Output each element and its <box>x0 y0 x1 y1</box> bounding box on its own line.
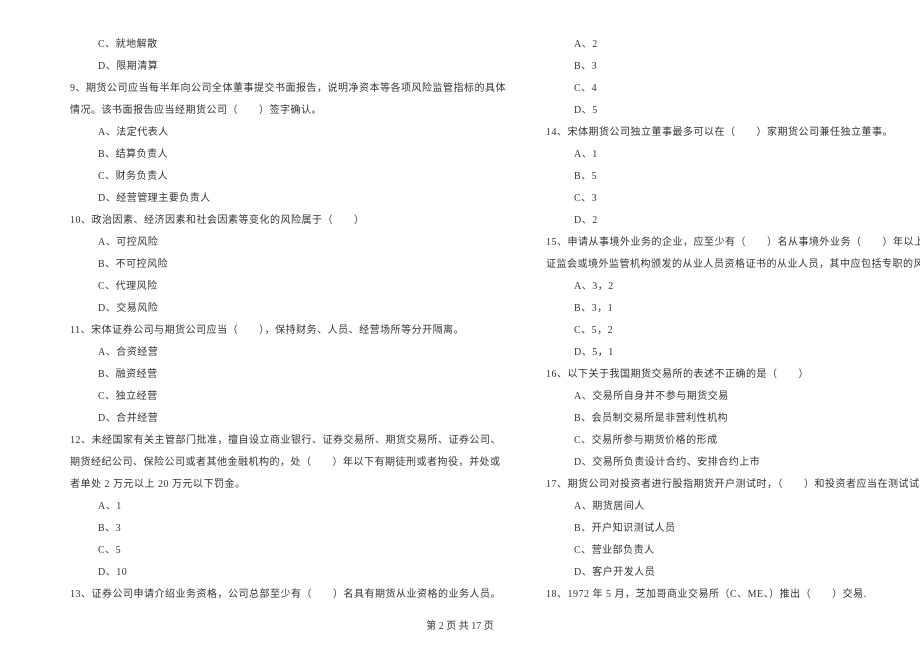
option: C、就地解散 <box>70 34 506 56</box>
option: A、1 <box>70 496 506 518</box>
question-15-cont: 证监会或境外监管机构颁发的从业人员资格证书的从业人员，其中应包括专职的风险管理人… <box>546 254 920 276</box>
question-13: 13、证券公司申请介绍业务资格，公司总部至少有（ ）名具有期货从业资格的业务人员… <box>70 584 506 606</box>
page-columns: C、就地解散 D、限期清算 9、期货公司应当每半年向公司全体董事提交书面报告，说… <box>70 34 850 614</box>
option: D、2 <box>546 210 920 232</box>
question-17: 17、期货公司对投资者进行股指期货开户测试时，（ ）和投资者应当在测试试卷上签字… <box>546 474 920 496</box>
option: B、3，1 <box>546 298 920 320</box>
option: B、3 <box>70 518 506 540</box>
question-9-cont: 情况。该书面报告应当经期货公司（ ）签字确认。 <box>70 100 506 122</box>
option: B、结算负责人 <box>70 144 506 166</box>
option: C、5，2 <box>546 320 920 342</box>
right-column: A、2 B、3 C、4 D、5 14、宋体期货公司独立董事最多可以在（ ）家期货… <box>546 34 920 614</box>
option: A、3，2 <box>546 276 920 298</box>
option: A、合资经营 <box>70 342 506 364</box>
option: C、4 <box>546 78 920 100</box>
question-9: 9、期货公司应当每半年向公司全体董事提交书面报告，说明净资本等各项风险监管指标的… <box>70 78 506 100</box>
option: D、5 <box>546 100 920 122</box>
question-12: 12、未经国家有关主管部门批准，擅自设立商业银行、证券交易所、期货交易所、证券公… <box>70 430 506 452</box>
option: C、交易所参与期货价格的形成 <box>546 430 920 452</box>
option: D、10 <box>70 562 506 584</box>
option: B、不可控风险 <box>70 254 506 276</box>
option: A、期货居间人 <box>546 496 920 518</box>
option: A、交易所自身并不参与期货交易 <box>546 386 920 408</box>
question-11: 11、宋体证券公司与期货公司应当（ ），保持财务、人员、经营场所等分开隔离。 <box>70 320 506 342</box>
option: C、独立经营 <box>70 386 506 408</box>
option: D、5，1 <box>546 342 920 364</box>
option: A、可控风险 <box>70 232 506 254</box>
option: C、营业部负责人 <box>546 540 920 562</box>
question-14: 14、宋体期货公司独立董事最多可以在（ ）家期货公司兼任独立董事。 <box>546 122 920 144</box>
option: B、5 <box>546 166 920 188</box>
option: D、交易风险 <box>70 298 506 320</box>
question-12-cont2: 者单处 2 万元以上 20 万元以下罚金。 <box>70 474 506 496</box>
option: C、3 <box>546 188 920 210</box>
question-18: 18、1972 年 5 月，芝加哥商业交易所（C、ME、）推出（ ）交易. <box>546 584 920 606</box>
option: B、会员制交易所是非营利性机构 <box>546 408 920 430</box>
option: D、经营管理主要负责人 <box>70 188 506 210</box>
question-10: 10、政治因素、经济因素和社会因素等变化的风险属于（ ） <box>70 210 506 232</box>
option: B、开户知识测试人员 <box>546 518 920 540</box>
question-12-cont: 期货经纪公司、保险公司或者其他金融机构的，处（ ）年以下有期徒刑或者拘役，并处或 <box>70 452 506 474</box>
option: D、交易所负责设计合约、安排合约上市 <box>546 452 920 474</box>
option: A、法定代表人 <box>70 122 506 144</box>
question-16: 16、以下关于我国期货交易所的表述不正确的是（ ） <box>546 364 920 386</box>
option: C、5 <box>70 540 506 562</box>
option: D、合并经营 <box>70 408 506 430</box>
page-footer: 第 2 页 共 17 页 <box>0 617 920 632</box>
option: D、限期清算 <box>70 56 506 78</box>
option: B、3 <box>546 56 920 78</box>
option: C、财务负责人 <box>70 166 506 188</box>
option: C、代理风险 <box>70 276 506 298</box>
option: D、客户开发人员 <box>546 562 920 584</box>
option: B、融资经营 <box>70 364 506 386</box>
left-column: C、就地解散 D、限期清算 9、期货公司应当每半年向公司全体董事提交书面报告，说… <box>70 34 506 614</box>
question-15: 15、申请从事境外业务的企业，应至少有（ ）名从事境外业务（ ）年以上并取得中国 <box>546 232 920 254</box>
option: A、1 <box>546 144 920 166</box>
option: A、2 <box>546 34 920 56</box>
